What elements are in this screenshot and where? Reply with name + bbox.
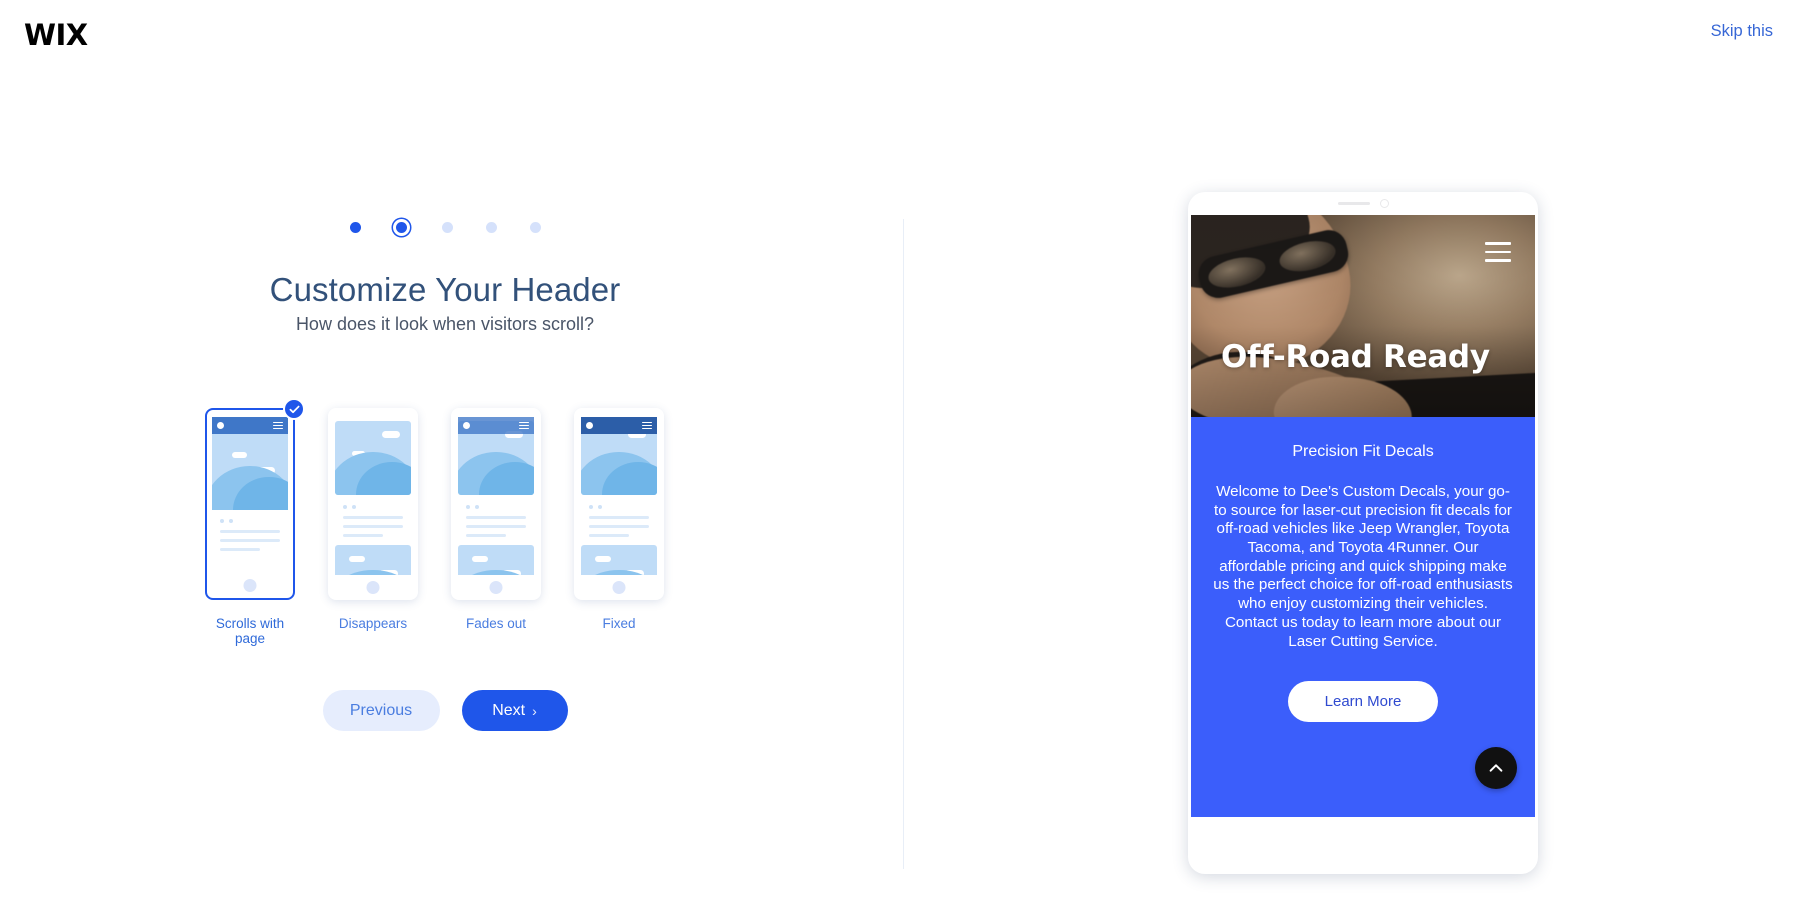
wizard-panel: Customize Your Header How does it look w… xyxy=(0,0,903,897)
thumb-header-bar xyxy=(212,417,288,434)
thumb-logo-dot xyxy=(586,422,593,429)
chevron-up-icon xyxy=(1489,764,1503,772)
next-button[interactable]: Next › xyxy=(461,690,568,731)
scroll-to-top-button[interactable] xyxy=(1475,747,1517,789)
preview-screen: Off-Road Ready Precision Fit Decals Welc… xyxy=(1191,215,1535,844)
learn-more-button[interactable]: Learn More xyxy=(1288,681,1438,723)
option-fixed[interactable]: Fixed xyxy=(574,408,664,631)
thumbnail-screen xyxy=(581,417,657,575)
page-subtitle: How does it look when visitors scroll? xyxy=(295,314,595,334)
thumb-home-button xyxy=(612,581,626,594)
step-dot-5[interactable] xyxy=(529,222,541,233)
hero-title: Off-Road Ready xyxy=(1221,339,1490,375)
thumb-home-button xyxy=(366,581,380,594)
option-label: Disappears xyxy=(338,616,408,631)
thumb-header-bar xyxy=(458,417,534,434)
option-thumbnail xyxy=(574,408,664,600)
thumb-hero-image xyxy=(335,421,411,495)
phone-notch xyxy=(1188,192,1538,215)
option-scrolls-with-page[interactable]: Scrolls with page xyxy=(205,398,305,646)
header-style-options: Scrolls with page Disappears Fades out F… xyxy=(205,398,664,646)
thumb-logo-dot xyxy=(463,422,470,429)
thumb-home-button xyxy=(489,581,503,594)
chevron-right-icon: › xyxy=(532,702,537,719)
thumb-menu-icon xyxy=(519,421,529,430)
option-label: Fades out xyxy=(465,616,527,631)
phone-camera-icon xyxy=(1379,199,1389,208)
selected-check-icon xyxy=(283,398,305,420)
step-progress-dots xyxy=(0,222,890,233)
phone-speaker-icon xyxy=(1337,201,1370,206)
thumb-second-image xyxy=(581,545,657,575)
thumb-menu-icon xyxy=(273,421,283,430)
preview-hero-section: Off-Road Ready xyxy=(1191,215,1535,417)
page-title: Customize Your Header xyxy=(269,271,621,308)
skip-this-link[interactable]: Skip this xyxy=(1711,22,1773,41)
option-thumbnail xyxy=(451,408,541,600)
thumbnail-screen xyxy=(212,417,288,574)
step-dot-4[interactable] xyxy=(485,222,497,233)
thumb-home-button xyxy=(243,579,257,592)
thumb-header-bar xyxy=(581,417,657,434)
step-dot-2-current[interactable] xyxy=(395,222,407,233)
option-thumbnail xyxy=(205,408,295,600)
previous-button[interactable]: Previous xyxy=(322,690,440,731)
option-label: Fixed xyxy=(602,616,636,631)
next-button-label: Next xyxy=(492,701,526,719)
learn-more-row: Learn More xyxy=(1213,681,1513,723)
option-thumbnail xyxy=(328,408,418,600)
panel-divider xyxy=(903,219,904,869)
thumb-menu-icon xyxy=(642,421,652,430)
thumbnail-screen xyxy=(335,417,411,575)
wizard-navigation: Previous Next › xyxy=(0,690,890,731)
thumb-second-image xyxy=(335,545,411,575)
section-body: Welcome to Dee's Custom Decals, your go-… xyxy=(1213,483,1513,650)
option-label: Scrolls with page xyxy=(215,616,285,646)
mobile-preview-frame: Off-Road Ready Precision Fit Decals Welc… xyxy=(1188,192,1538,874)
option-fades-out[interactable]: Fades out xyxy=(451,408,541,631)
hero-photo xyxy=(1191,215,1535,417)
thumb-second-image xyxy=(458,545,534,575)
thumbnail-screen xyxy=(458,417,534,575)
section-title: Precision Fit Decals xyxy=(1292,443,1434,460)
preview-content-section: Precision Fit Decals Welcome to Dee's Cu… xyxy=(1191,417,1535,817)
hamburger-menu-icon[interactable] xyxy=(1485,242,1511,262)
thumb-logo-dot xyxy=(217,422,224,429)
step-dot-3[interactable] xyxy=(441,222,453,233)
thumb-hero-image xyxy=(212,434,288,510)
option-disappears[interactable]: Disappears xyxy=(328,408,418,631)
step-dot-1[interactable] xyxy=(349,222,361,233)
